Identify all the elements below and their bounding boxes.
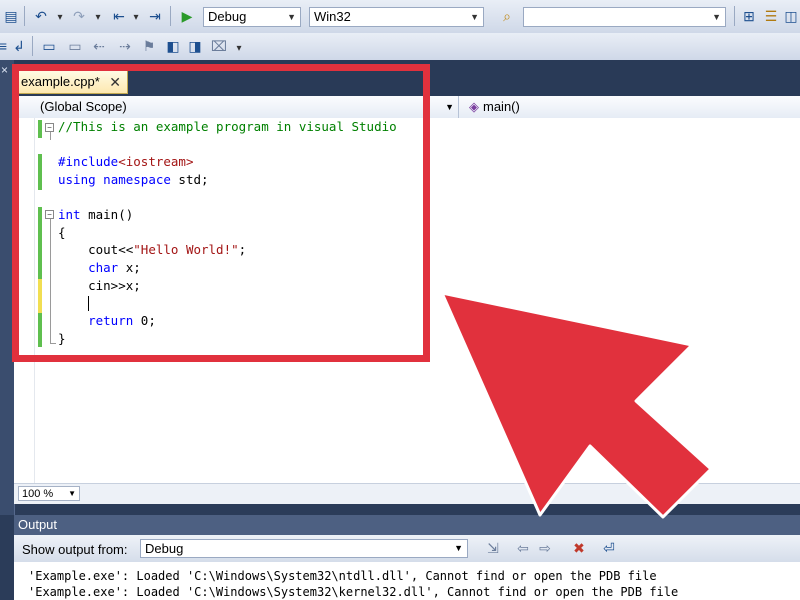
zoom-value: 100 % — [22, 488, 54, 500]
indent-icon[interactable]: ⇢ — [116, 37, 134, 55]
undo-icon[interactable]: ↶ — [32, 7, 50, 25]
chevron-down-icon: ▼ — [287, 12, 296, 22]
solution-platform-select[interactable]: Win32 ▼ — [309, 7, 484, 27]
member-select[interactable]: ◈ main() — [459, 96, 800, 118]
object-browser-icon[interactable]: ◫ — [782, 7, 800, 25]
output-title: Output — [18, 517, 58, 532]
redo-dropdown-icon[interactable]: ▾ — [93, 9, 103, 27]
close-icon[interactable]: × — [1, 63, 8, 77]
zoom-select[interactable]: 100 % ▼ — [18, 486, 80, 501]
chevron-down-icon: ▼ — [445, 102, 454, 112]
toolbar-separator — [24, 6, 25, 26]
solution-configuration-select[interactable]: Debug ▼ — [203, 7, 301, 27]
solution-platform-value: Win32 — [314, 9, 351, 24]
word-wrap-icon[interactable]: ↲ — [10, 37, 28, 55]
solution-configuration-value: Debug — [208, 9, 247, 24]
pointer-arrow-shape — [440, 291, 713, 519]
standard-toolbar: ▤ ↶ ▾ ↷ ▾ ⇤ ▾ ⇥ ▶ Debug ▼ Win32 ▼ ⌕ ▼ ⊞ … — [0, 0, 800, 34]
toolbar-options-icon[interactable]: ▾ — [234, 40, 244, 58]
solution-explorer-icon[interactable]: ⊞ — [740, 7, 758, 25]
show-output-label: Show output from: — [22, 542, 128, 557]
uncomment-icon[interactable]: ▭ — [66, 37, 84, 55]
method-icon: ◈ — [469, 99, 479, 114]
next-bookmark-icon[interactable]: ⚑ — [140, 37, 158, 55]
paste-icon[interactable]: ▤ — [2, 7, 20, 25]
pointer-arrow-annotation — [440, 291, 713, 519]
highlight-box — [12, 64, 430, 362]
toolbar-separator — [170, 6, 171, 26]
prev-bookmark-icon[interactable]: ◧ — [164, 37, 182, 55]
undo-dropdown-icon[interactable]: ▾ — [55, 9, 65, 27]
output-source-value: Debug — [145, 541, 184, 556]
redo-icon[interactable]: ↷ — [70, 7, 88, 25]
comment-icon[interactable]: ▭ — [40, 37, 58, 55]
find-in-files-icon[interactable]: ⌕ — [498, 7, 516, 25]
chevron-down-icon: ▼ — [68, 489, 76, 498]
text-editor-toolbar: ≡ ↲ ▭ ▭ ⇠ ⇢ ⚑ ◧ ◨ ⌧ ▾ — [0, 33, 800, 61]
clear-bookmarks-icon[interactable]: ⌧ — [210, 37, 228, 55]
navigate-backward-icon[interactable]: ⇤ — [110, 7, 128, 25]
toolbar-separator — [734, 6, 735, 26]
outdent-icon[interactable]: ⇠ — [90, 37, 108, 55]
properties-icon[interactable]: ☰ — [762, 7, 780, 25]
next-bookmark-folder-icon[interactable]: ◨ — [186, 37, 204, 55]
navigate-dropdown-icon[interactable]: ▾ — [131, 9, 141, 27]
navigate-forward-icon[interactable]: ⇥ — [146, 7, 164, 25]
member-value: main() — [483, 99, 520, 114]
output-source-select[interactable]: Debug ▼ — [140, 539, 468, 558]
start-debugging-icon[interactable]: ▶ — [178, 7, 196, 25]
chevron-down-icon: ▼ — [470, 12, 479, 22]
toolbar-separator — [32, 36, 33, 56]
chevron-down-icon: ▼ — [712, 12, 721, 22]
find-combo[interactable]: ▼ — [523, 7, 726, 27]
